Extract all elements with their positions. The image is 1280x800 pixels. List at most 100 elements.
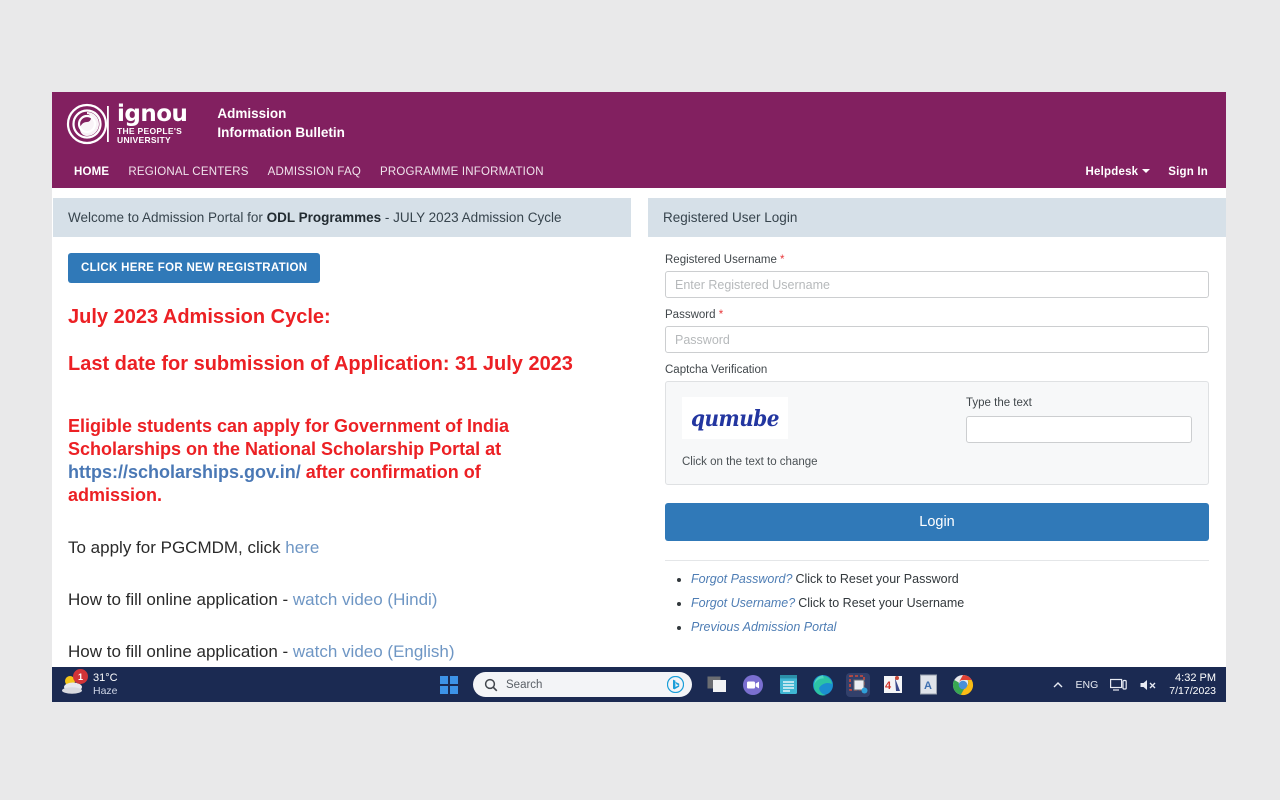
windows-taskbar: 1 31°C Haze Search 4 A ENG 4:32 PM 7/17/… xyxy=(52,667,1226,702)
header-title: Admission Information Bulletin xyxy=(217,105,345,141)
header-title-line2: Information Bulletin xyxy=(217,124,345,140)
howto-hindi-text: How to fill online application - xyxy=(68,590,293,610)
login-button[interactable]: Login xyxy=(665,503,1209,541)
edge-icon[interactable] xyxy=(811,673,835,697)
helpdesk-label: Helpdesk xyxy=(1085,165,1139,178)
weather-text: 31°C Haze xyxy=(93,672,118,697)
previous-admission-portal-link[interactable]: Previous Admission Portal xyxy=(691,620,836,634)
weather-icon: 1 xyxy=(60,669,88,696)
divider xyxy=(665,560,1209,561)
list-item: Previous Admission Portal xyxy=(691,619,1209,636)
forgot-password-link[interactable]: Forgot Password? xyxy=(691,572,792,586)
system-tray: ENG 4:32 PM 7/17/2023 xyxy=(1052,667,1222,702)
language-indicator[interactable]: ENG xyxy=(1076,679,1099,691)
captcha-hint: Click on the text to change xyxy=(682,456,818,468)
forgot-password-text: Click to Reset your Password xyxy=(795,572,959,586)
new-registration-button[interactable]: CLICK HERE FOR NEW REGISTRATION xyxy=(68,253,321,283)
username-input[interactable] xyxy=(665,271,1209,298)
weather-condition: Haze xyxy=(93,684,118,697)
nav-item-helpdesk[interactable]: Helpdesk xyxy=(1086,166,1151,178)
clock-date: 7/17/2023 xyxy=(1169,684,1216,697)
volume-muted-icon[interactable] xyxy=(1139,678,1157,692)
watch-video-hindi-link[interactable]: watch video (Hindi) xyxy=(293,590,438,609)
helper-links-list: Forgot Password?Click to Reset your Pass… xyxy=(665,571,1209,636)
welcome-banner: Welcome to Admission Portal for ODL Prog… xyxy=(53,198,631,237)
forgot-username-text: Click to Reset your Username xyxy=(798,595,965,610)
required-asterisk: * xyxy=(715,309,724,321)
scholarship-portal-link[interactable]: https://scholarships.gov.in/ xyxy=(68,462,301,482)
task-view-icon[interactable] xyxy=(706,673,730,697)
captcha-section: qumube Click on the text to change Type … xyxy=(665,381,1209,485)
content-area: Welcome to Admission Portal for ODL Prog… xyxy=(52,188,1226,702)
network-icon[interactable] xyxy=(1110,678,1128,692)
welcome-highlight: ODL Programmes xyxy=(266,210,382,225)
logo-tagline-1: THE PEOPLE'S xyxy=(117,125,183,136)
teams-icon[interactable] xyxy=(741,673,765,697)
username-field-group: Registered Username * xyxy=(665,254,1209,298)
last-date-heading: Last date for submission of Application:… xyxy=(68,353,573,375)
nav-item-admission-faq[interactable]: ADMISSION FAQ xyxy=(268,166,361,178)
header-title-line1: Admission xyxy=(217,106,287,122)
captcha-label: Captcha Verification xyxy=(665,364,768,376)
captcha-input[interactable] xyxy=(966,416,1192,443)
scholarship-text-part1: Eligible students can apply for Governme… xyxy=(68,416,510,460)
notepad-icon[interactable] xyxy=(776,673,800,697)
start-button[interactable] xyxy=(431,675,467,694)
pgcmdm-here-link[interactable]: here xyxy=(285,538,319,557)
forgot-username-link[interactable]: Forgot Username? xyxy=(691,596,795,610)
captcha-input-label: Type the text xyxy=(966,397,1032,409)
search-icon xyxy=(484,678,498,691)
taskbar-weather-widget[interactable]: 1 31°C Haze xyxy=(52,669,210,697)
ignou-emblem-icon xyxy=(66,102,112,146)
howto-hindi-line: How to fill online application - watch v… xyxy=(68,589,616,611)
show-hidden-icons-chevron-up-icon[interactable] xyxy=(1052,679,1064,691)
captcha-challenge-text: qumube xyxy=(691,404,779,432)
list-item: Forgot Username?Click to Reset your User… xyxy=(691,595,1209,612)
logo-tagline-2: UNIVERSITY xyxy=(117,135,172,145)
pgcmdm-text: To apply for PGCMDM, click xyxy=(68,538,286,558)
username-label: Registered Username * xyxy=(665,254,785,266)
bing-icon[interactable] xyxy=(667,676,684,693)
captcha-image[interactable]: qumube xyxy=(682,397,788,439)
app-icon-red[interactable]: 4 xyxy=(881,673,905,697)
snipping-tool-icon[interactable] xyxy=(846,672,870,697)
taskbar-app-icons: 4 A xyxy=(706,672,975,697)
password-field-group: Password * xyxy=(665,309,1209,353)
svg-text:4: 4 xyxy=(885,680,892,692)
required-asterisk: * xyxy=(776,254,785,266)
app-icon-document[interactable]: A xyxy=(916,673,940,697)
windows-logo-icon xyxy=(440,675,458,694)
pgcmdm-line: To apply for PGCMDM, click here xyxy=(68,537,616,559)
nav-item-programme-information[interactable]: PROGRAMME INFORMATION xyxy=(380,166,544,178)
howto-english-line: How to fill online application - watch v… xyxy=(68,641,616,663)
login-panel: Registered User Login Registered Usernam… xyxy=(648,198,1226,702)
site-header: ignou THE PEOPLE'S UNIVERSITY Admission … xyxy=(52,92,1226,155)
svg-text:A: A xyxy=(924,680,932,692)
taskbar-clock[interactable]: 4:32 PM 7/17/2023 xyxy=(1169,672,1216,698)
login-panel-title: Registered User Login xyxy=(648,198,1226,237)
clock-time: 4:32 PM xyxy=(1175,671,1216,684)
nav-item-regional-centers[interactable]: REGIONAL CENTERS xyxy=(128,166,248,178)
weather-temperature: 31°C xyxy=(93,672,118,685)
browser-screenshot: ignou THE PEOPLE'S UNIVERSITY Admission … xyxy=(52,92,1226,702)
scholarship-notice: Eligible students can apply for Governme… xyxy=(68,415,568,507)
nav-item-sign-in[interactable]: Sign In xyxy=(1168,166,1208,178)
left-panel: Welcome to Admission Portal for ODL Prog… xyxy=(53,198,631,702)
nav-item-home[interactable]: HOME xyxy=(74,166,109,178)
chrome-icon[interactable] xyxy=(951,673,975,697)
logo-wordmark: ignou xyxy=(117,100,188,127)
search-placeholder-text: Search xyxy=(506,678,543,691)
welcome-prefix: Welcome to Admission Portal for xyxy=(68,210,267,225)
taskbar-center-group: Search 4 A xyxy=(431,667,975,702)
watch-video-english-link[interactable]: watch video (English) xyxy=(293,642,455,661)
welcome-suffix: - JULY 2023 Admission Cycle xyxy=(381,210,562,225)
ignou-logo[interactable]: ignou THE PEOPLE'S UNIVERSITY xyxy=(66,100,188,146)
password-label: Password * xyxy=(665,309,724,321)
password-input[interactable] xyxy=(665,326,1209,353)
chevron-down-icon xyxy=(1142,169,1151,174)
list-item: Forgot Password?Click to Reset your Pass… xyxy=(691,571,1209,588)
admission-cycle-heading: July 2023 Admission Cycle: xyxy=(68,306,331,328)
main-navigation: HOME REGIONAL CENTERS ADMISSION FAQ PROG… xyxy=(52,155,1226,188)
taskbar-search-box[interactable]: Search xyxy=(473,672,692,697)
howto-english-text: How to fill online application - xyxy=(68,642,293,662)
